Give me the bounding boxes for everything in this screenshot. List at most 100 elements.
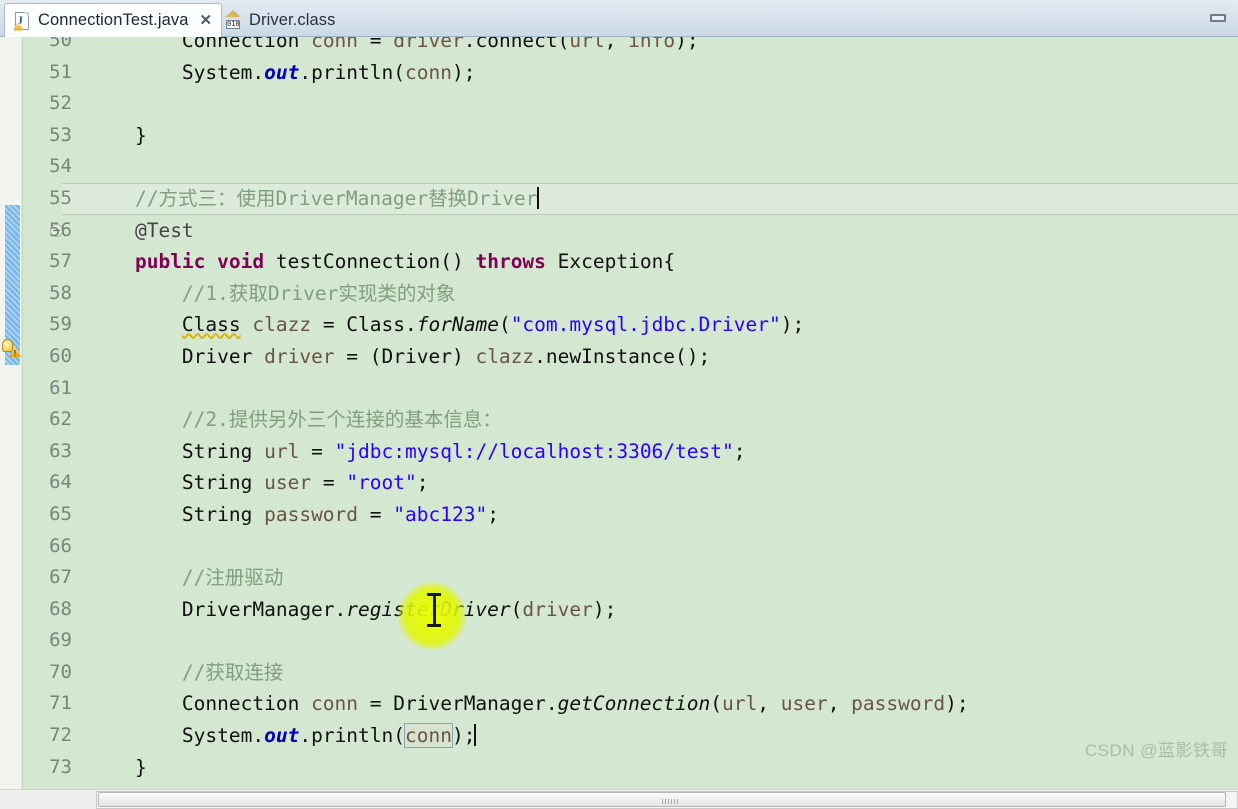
line-number: 54 — [49, 155, 72, 178]
line-content[interactable]: //2.提供另外三个连接的基本信息： — [88, 404, 502, 436]
code-editor[interactable]: 50 Connection conn = driver.connect(url,… — [0, 37, 1238, 789]
code-token: conn — [311, 37, 359, 52]
line-number: 61 — [49, 376, 72, 399]
code-token: clazz — [475, 344, 535, 368]
code-token: .println( — [299, 60, 406, 84]
tab-driver-class[interactable]: 010 Driver.class — [216, 3, 344, 37]
code-token: = Class. — [311, 313, 417, 337]
code-line[interactable]: 55 //方式三：使用DriverManager替换Driver — [0, 182, 1238, 215]
code-line[interactable]: 71 Connection conn = DriverManager.getCo… — [0, 688, 1238, 720]
code-line[interactable]: 53 } — [0, 120, 1238, 152]
minimize-icon[interactable] — [1207, 11, 1229, 25]
code-line[interactable]: 54 — [0, 151, 1238, 183]
code-token: public — [134, 250, 206, 274]
code-token: getConnection — [557, 692, 711, 716]
line-content[interactable]: //1.获取Driver实现类的对象 — [88, 278, 455, 310]
line-content[interactable]: //获取连接 — [88, 657, 283, 689]
line-content[interactable]: DriverManager.registerDriver(driver); — [88, 594, 616, 626]
line-content[interactable]: String user = "root"; — [88, 467, 429, 499]
line-content[interactable]: } — [88, 752, 147, 784]
line-number: 68 — [49, 597, 72, 620]
line-content[interactable]: } — [88, 120, 147, 152]
scrollbar-thumb[interactable] — [98, 792, 1226, 807]
code-line[interactable]: 61 — [0, 373, 1238, 405]
code-line[interactable]: 64 String user = "root"; — [0, 467, 1238, 499]
code-line[interactable]: 73 } — [0, 752, 1238, 784]
code-token: ; — [416, 471, 429, 495]
line-content[interactable]: String password = "abc123"; — [88, 499, 499, 531]
line-content[interactable]: public void testConnection() throws Exce… — [88, 246, 675, 278]
code-token: = DriverManager. — [358, 692, 558, 716]
code-token: , — [827, 692, 852, 716]
line-content[interactable]: //方式三：使用DriverManager替换Driver — [88, 183, 539, 215]
code-line[interactable]: 60 Driver driver = (Driver) clazz.newIns… — [0, 341, 1238, 373]
code-line[interactable]: 62 //2.提供另外三个连接的基本信息： — [0, 404, 1238, 436]
code-line[interactable]: 66 — [0, 531, 1238, 563]
line-number: 57 — [49, 250, 72, 273]
line-number: 53 — [49, 123, 72, 146]
code-token: driver — [393, 37, 464, 52]
line-content[interactable]: //注册驱动 — [88, 562, 283, 594]
code-line[interactable]: 58 //1.获取Driver实现类的对象 — [0, 278, 1238, 310]
code-line[interactable]: 72 System.out.println(conn); — [0, 720, 1238, 752]
code-line[interactable]: 50 Connection conn = driver.connect(url,… — [0, 37, 1238, 57]
tab-connectiontest-java[interactable]: J ConnectionTest.java ✕ — [4, 3, 223, 37]
code-token: password — [851, 692, 946, 716]
code-token: user — [780, 692, 828, 716]
code-token: driver — [522, 597, 593, 621]
code-line[interactable]: 51 System.out.println(conn); — [0, 57, 1238, 89]
code-token: url — [569, 37, 605, 52]
code-line[interactable]: 69 — [0, 625, 1238, 657]
code-token: .connect( — [463, 37, 570, 52]
code-token: ( — [510, 597, 523, 621]
code-token: Driver — [181, 344, 265, 368]
code-token: Connection — [181, 692, 312, 716]
binary-badge: 010 — [226, 20, 240, 29]
code-token: void — [217, 250, 265, 274]
code-token: String — [181, 439, 265, 463]
line-content[interactable]: Driver driver = (Driver) clazz.newInstan… — [88, 341, 710, 373]
horizontal-scrollbar[interactable] — [0, 789, 1238, 809]
code-line[interactable]: 67 //注册驱动 — [0, 562, 1238, 594]
line-content[interactable]: Connection conn = DriverManager.getConne… — [88, 688, 969, 720]
code-token: conn — [404, 723, 453, 749]
editor-tab-bar: J ConnectionTest.java ✕ 010 Driver.class — [0, 0, 1238, 37]
code-token: "jdbc:mysql://localhost:3306/test" — [334, 439, 734, 463]
code-lines[interactable]: 50 Connection conn = driver.connect(url,… — [0, 37, 1238, 779]
code-token: //方式三：使用DriverManager替换Driver — [134, 186, 538, 210]
code-token: .newInstance(); — [534, 344, 711, 368]
code-token: clazz — [252, 313, 312, 337]
line-content[interactable]: System.out.println(conn); — [88, 57, 476, 89]
code-token: , — [757, 692, 781, 716]
code-token: info — [628, 37, 676, 52]
code-line[interactable]: 65 String password = "abc123"; — [0, 499, 1238, 531]
line-number: 64 — [49, 471, 72, 494]
line-content[interactable]: System.out.println(conn); — [88, 720, 477, 752]
code-token: String — [181, 502, 265, 526]
code-line[interactable]: 70 //获取连接 — [0, 657, 1238, 689]
code-line[interactable]: 68 DriverManager.registerDriver(driver); — [0, 594, 1238, 626]
code-token: "abc123" — [393, 502, 488, 526]
code-token: } — [88, 755, 147, 779]
line-content[interactable]: Class clazz = Class.forName("com.mysql.j… — [88, 309, 804, 341]
line-content[interactable]: @Test — [88, 215, 194, 247]
code-token: conn — [311, 692, 359, 716]
line-content[interactable]: Connection conn = driver.connect(url, in… — [88, 37, 699, 57]
code-token: Class — [181, 313, 241, 337]
code-line[interactable]: 57 public void testConnection() throws E… — [0, 246, 1238, 278]
code-token: System. — [181, 724, 265, 748]
close-icon[interactable]: ✕ — [200, 13, 213, 28]
code-line[interactable]: 63 String url = "jdbc:mysql://localhost:… — [0, 436, 1238, 468]
line-content[interactable]: String url = "jdbc:mysql://localhost:330… — [88, 436, 746, 468]
code-line[interactable]: 59 Class clazz = Class.forName("com.mysq… — [0, 309, 1238, 341]
code-line[interactable]: 52 — [0, 88, 1238, 120]
code-line[interactable]: 56 @Test — [0, 215, 1238, 247]
